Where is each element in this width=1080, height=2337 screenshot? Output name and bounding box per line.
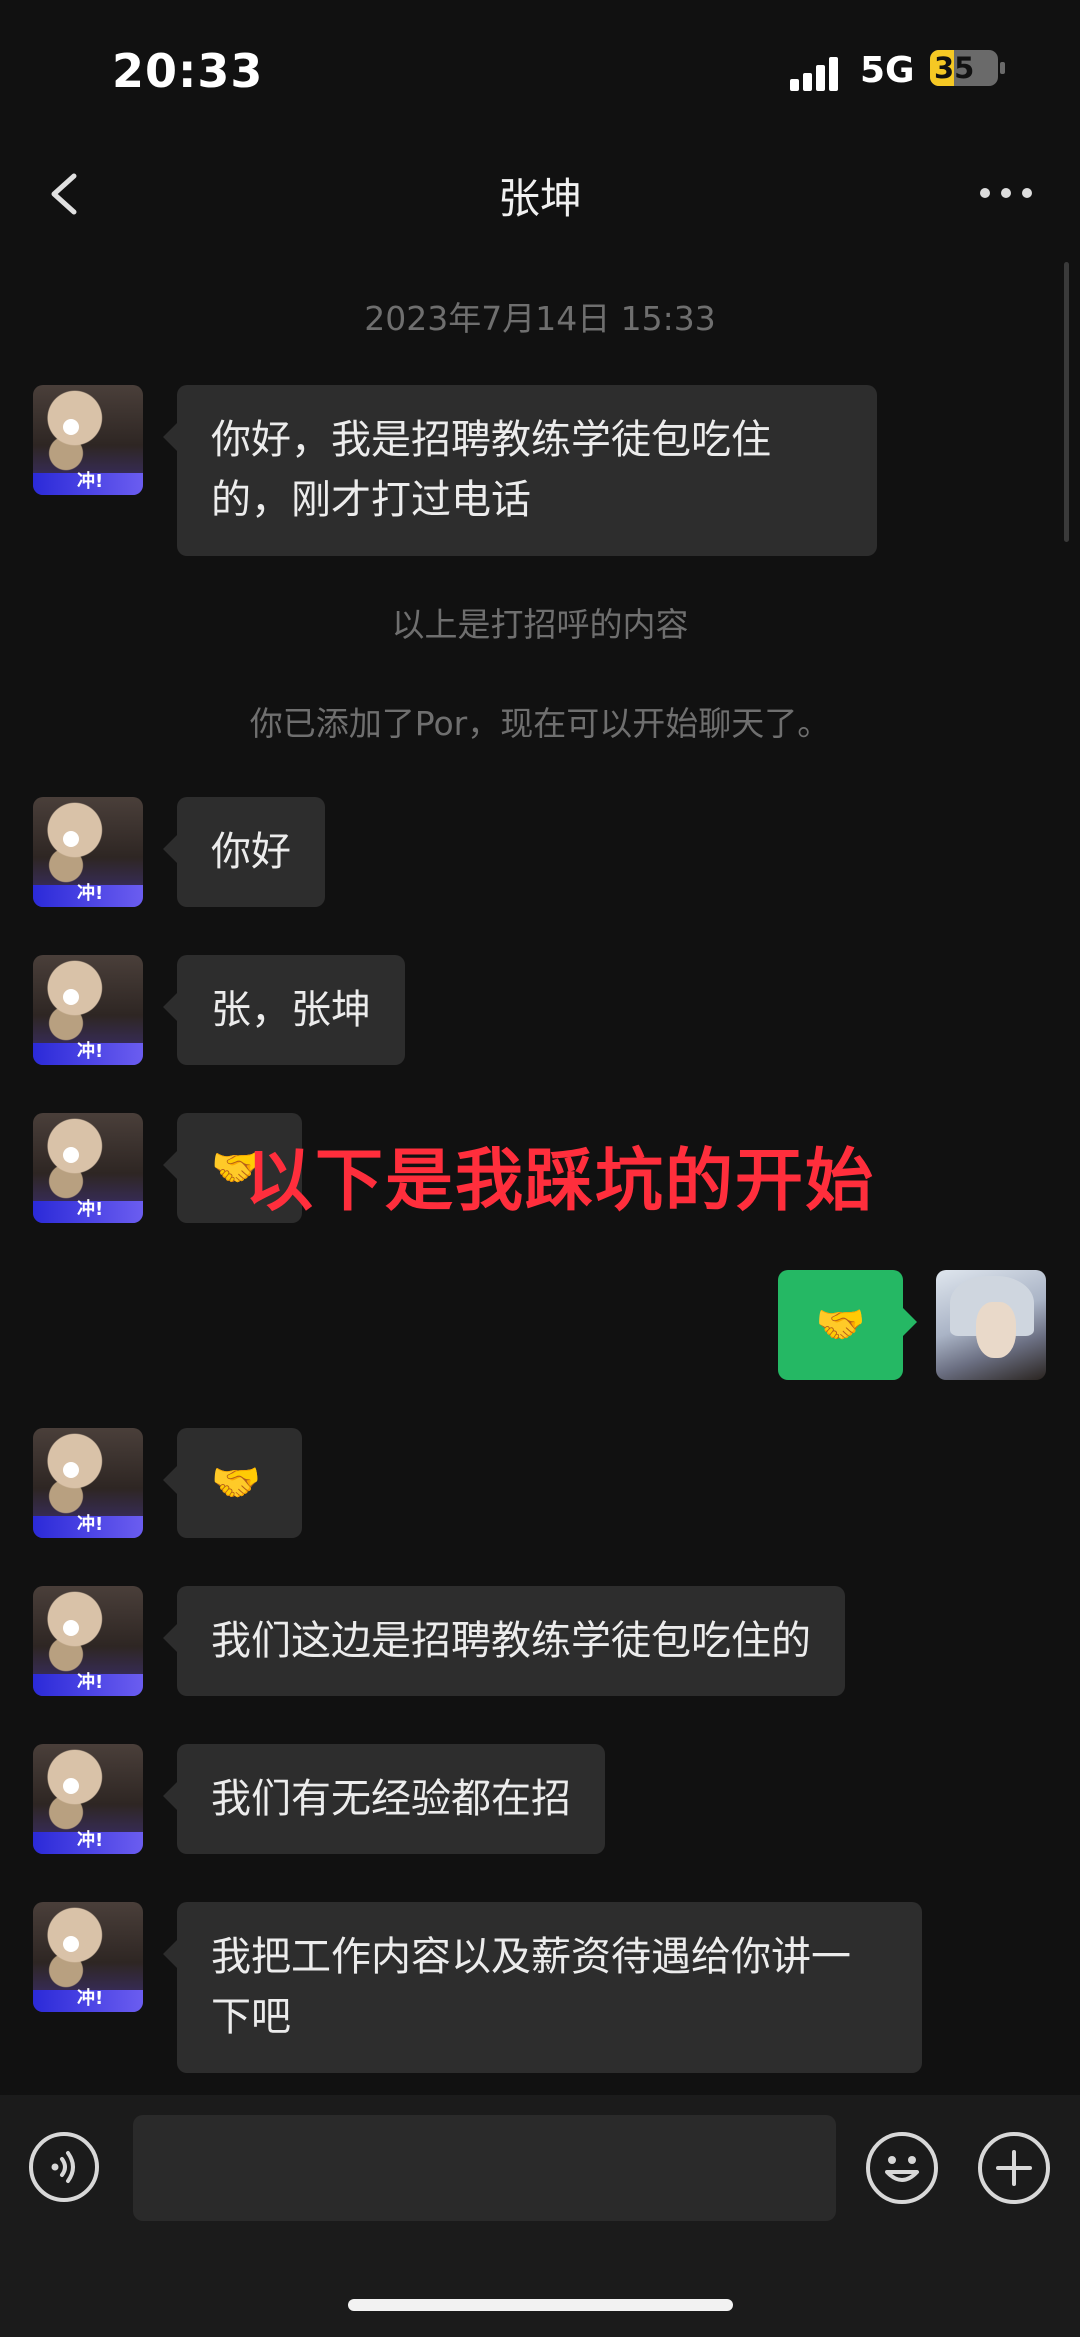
chat-header: 张坤 — [0, 140, 1080, 250]
system-notice-added: 你已添加了Por，现在可以开始聊天了。 — [249, 704, 831, 743]
message-bubble-incoming[interactable]: 你好 — [163, 797, 325, 907]
message-bubble-incoming[interactable]: 我们这边是招聘教练学徒包吃住的 — [163, 1586, 845, 1696]
avatar-caption: 冲! — [77, 883, 104, 904]
cellular-signal-icon — [790, 55, 846, 91]
chat-timestamp: 2023年7月14日 15:33 — [364, 299, 716, 338]
status-time: 20:33 — [112, 44, 264, 98]
avatar-caption: 冲! — [77, 1830, 104, 1851]
avatar-caption: 冲! — [77, 1514, 104, 1535]
more-button[interactable] — [976, 178, 1036, 208]
avatar-caption: 冲! — [77, 471, 104, 492]
overlay-annotation: 以下是我踩坑的开始 — [245, 1142, 876, 1221]
chat-title: 张坤 — [497, 174, 582, 223]
contact-avatar[interactable]: 冲! — [33, 1113, 143, 1223]
avatar-caption: 冲! — [77, 1672, 104, 1693]
network-type: 5G — [860, 50, 915, 91]
battery-cap — [1000, 62, 1005, 74]
message-bubble-outgoing[interactable]: 🤝 — [778, 1270, 917, 1380]
emoji-icon — [885, 2156, 919, 2182]
emoji-button[interactable] — [866, 2132, 938, 2204]
contact-avatar[interactable]: 冲! — [33, 797, 143, 907]
voice-button[interactable] — [29, 2132, 99, 2202]
contact-avatar[interactable]: 冲! — [33, 1428, 143, 1538]
message-bubble-incoming[interactable]: 我把工作内容以及薪资待遇给你讲一下吧 — [163, 1902, 922, 2073]
avatar-caption: 冲! — [77, 1041, 104, 1062]
contact-avatar[interactable]: 冲! — [33, 955, 143, 1065]
voice-icon — [51, 2151, 75, 2183]
my-avatar[interactable] — [936, 1270, 1046, 1380]
home-indicator[interactable] — [348, 2299, 733, 2311]
message-bubble-incoming[interactable]: 我们有无经验都在招 — [163, 1744, 605, 1854]
battery-percent: 35 — [934, 51, 975, 85]
contact-avatar[interactable]: 冲! — [33, 1744, 143, 1854]
contact-avatar[interactable]: 冲! — [33, 1902, 143, 2012]
system-notice-greeting: 以上是打招呼的内容 — [391, 605, 689, 644]
status-bar: 20:33 5G 35 — [0, 0, 1080, 140]
message-input[interactable] — [133, 2115, 836, 2221]
battery-icon: 35 — [930, 50, 998, 86]
message-bubble-incoming[interactable]: 你好，我是招聘教练学徒包吃住的，刚才打过电话 — [163, 385, 877, 556]
plus-button[interactable] — [978, 2132, 1050, 2204]
plus-icon — [996, 2150, 1032, 2186]
avatar-caption: 冲! — [77, 1988, 104, 2009]
message-bubble-incoming[interactable]: 张，张坤 — [163, 955, 405, 1065]
contact-avatar[interactable]: 冲! — [33, 1586, 143, 1696]
contact-avatar[interactable]: 冲! — [33, 385, 143, 495]
avatar-caption: 冲! — [77, 1199, 104, 1220]
message-bubble-incoming[interactable]: 🤝 — [163, 1428, 302, 1538]
